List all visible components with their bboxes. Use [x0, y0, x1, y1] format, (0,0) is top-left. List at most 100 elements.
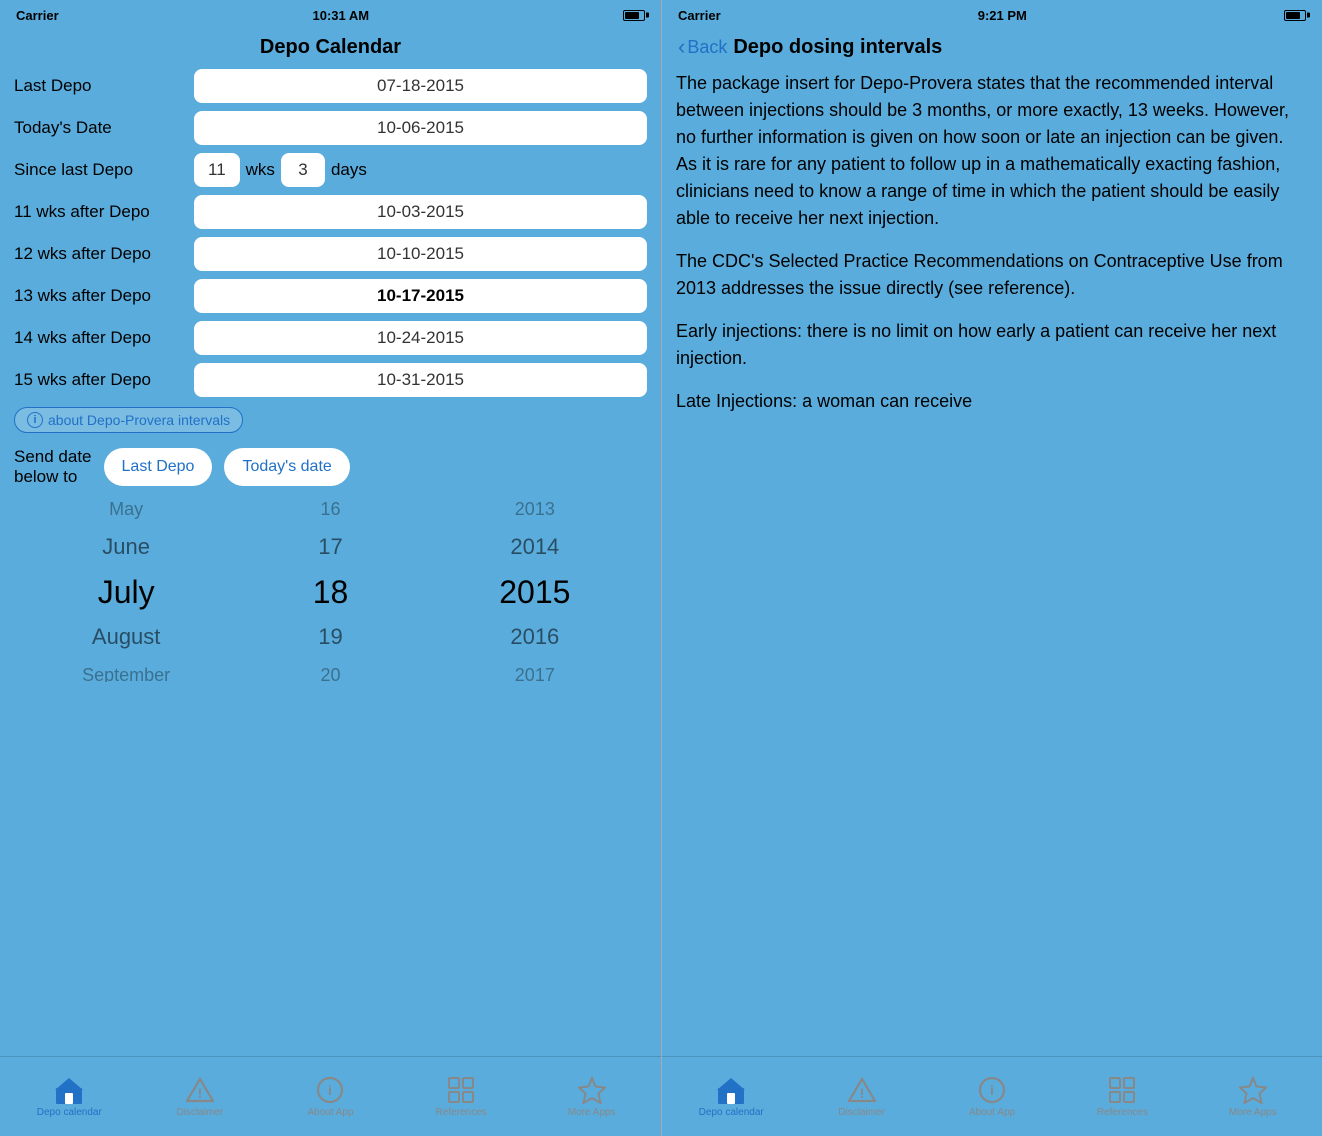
todays-date-value[interactable]: 10-06-2015: [194, 111, 647, 145]
content-para-3: Early injections: there is no limit on h…: [676, 318, 1308, 372]
picker-year-2016: 2016: [433, 616, 637, 658]
info-icon-right: i: [978, 1076, 1006, 1104]
last-depo-value[interactable]: 07-18-2015: [194, 69, 647, 103]
battery-area-right: [1284, 10, 1306, 21]
tab-bar-right: Depo calendar ! Disclaimer i About App: [662, 1056, 1322, 1136]
page-title-right: Depo dosing intervals: [733, 36, 942, 59]
star-icon-right: [1239, 1076, 1267, 1104]
tab-disclaimer-left[interactable]: ! Disclaimer: [135, 1070, 266, 1124]
picker-month-august: August: [24, 616, 228, 658]
app-header-left: Depo Calendar: [0, 28, 661, 69]
since-days-unit: days: [331, 160, 367, 180]
info-circle-icon: i: [27, 412, 43, 428]
house-icon-right: [716, 1076, 746, 1104]
picker-day-18: 18: [228, 568, 432, 616]
content-para-2: The CDC's Selected Practice Recommendati…: [676, 248, 1308, 302]
tab-label-disclaimer-right: Disclaimer: [838, 1107, 885, 1118]
left-phone: Carrier 10:31 AM Depo Calendar Last Depo…: [0, 0, 661, 1136]
battery-icon-right: [1284, 10, 1306, 21]
week-15-value: 10-31-2015: [194, 363, 647, 397]
week-13-value: 10-17-2015: [194, 279, 647, 313]
right-phone: Carrier 9:21 PM ‹ Back Depo dosing inter…: [661, 0, 1322, 1136]
tab-depo-calendar-left[interactable]: Depo calendar: [4, 1070, 135, 1124]
week-11-label: 11 wks after Depo: [14, 202, 194, 222]
picker-year-col[interactable]: 2013 2014 2015 2016 2017: [433, 502, 637, 682]
week-row-11: 11 wks after Depo 10-03-2015: [14, 195, 647, 229]
info-row: i about Depo-Provera intervals: [14, 407, 647, 433]
grid-icon-right: [1108, 1076, 1136, 1104]
picker-day-19: 19: [228, 616, 432, 658]
todays-date-label: Today's Date: [14, 118, 194, 138]
picker-year-2013: 2013: [433, 502, 637, 526]
tab-about-right[interactable]: i About App: [927, 1070, 1057, 1124]
back-header: ‹ Back Depo dosing intervals: [662, 28, 1322, 70]
send-todays-date-button[interactable]: Today's date: [224, 448, 349, 486]
picker-month-july: July: [24, 568, 228, 616]
last-depo-label: Last Depo: [14, 76, 194, 96]
tab-label-depo-calendar-left: Depo calendar: [37, 1107, 102, 1118]
tab-label-about-left: About App: [307, 1107, 353, 1118]
picker-month-september: September: [24, 658, 228, 682]
week-13-label: 13 wks after Depo: [14, 286, 194, 306]
warning-icon-right: !: [848, 1076, 876, 1104]
content-para-1: The package insert for Depo-Provera stat…: [676, 70, 1308, 232]
battery-icon-left: [623, 10, 645, 21]
tab-about-left[interactable]: i About App: [265, 1070, 396, 1124]
tab-label-more-apps-left: More Apps: [568, 1107, 616, 1118]
tab-label-about-right: About App: [969, 1107, 1015, 1118]
tab-depo-calendar-right[interactable]: Depo calendar: [666, 1070, 796, 1124]
carrier-right: Carrier: [678, 8, 721, 23]
tab-more-apps-right[interactable]: More Apps: [1188, 1070, 1318, 1124]
since-label: Since last Depo: [14, 160, 194, 180]
chevron-left-icon: ‹: [678, 34, 685, 60]
tab-label-more-apps-right: More Apps: [1229, 1107, 1277, 1118]
week-12-value: 10-10-2015: [194, 237, 647, 271]
back-label: Back: [687, 37, 727, 58]
tab-label-depo-calendar-right: Depo calendar: [699, 1107, 764, 1118]
picker-day-col[interactable]: 16 17 18 19 20: [228, 502, 432, 682]
week-14-value: 10-24-2015: [194, 321, 647, 355]
date-picker[interactable]: May June July August September 16 17 18 …: [14, 502, 647, 682]
tab-disclaimer-right[interactable]: ! Disclaimer: [796, 1070, 926, 1124]
tab-references-right[interactable]: References: [1057, 1070, 1187, 1124]
since-weeks-unit: wks: [246, 160, 275, 180]
since-days-value: 3: [281, 153, 325, 187]
right-content: The package insert for Depo-Provera stat…: [662, 70, 1322, 1056]
tab-label-references-right: References: [1097, 1107, 1148, 1118]
tab-more-apps-left[interactable]: More Apps: [526, 1070, 657, 1124]
send-last-depo-button[interactable]: Last Depo: [104, 448, 213, 486]
back-button[interactable]: ‹ Back: [678, 34, 727, 60]
week-15-label: 15 wks after Depo: [14, 370, 194, 390]
tab-references-left[interactable]: References: [396, 1070, 527, 1124]
picker-year-2017: 2017: [433, 658, 637, 682]
tab-bar-left: Depo calendar ! Disclaimer i About App: [0, 1056, 661, 1136]
svg-text:!: !: [198, 1085, 203, 1101]
info-btn-label: about Depo-Provera intervals: [48, 412, 230, 428]
status-bar-left: Carrier 10:31 AM: [0, 0, 661, 28]
info-button[interactable]: i about Depo-Provera intervals: [14, 407, 243, 433]
info-icon-left: i: [316, 1076, 344, 1104]
svg-text:i: i: [329, 1082, 333, 1098]
send-date-label: Send datebelow to: [14, 447, 92, 488]
picker-month-col[interactable]: May June July August September: [24, 502, 228, 682]
svg-text:!: !: [859, 1085, 864, 1101]
week-row-12: 12 wks after Depo 10-10-2015: [14, 237, 647, 271]
since-last-depo-row: Since last Depo 11 wks 3 days: [14, 153, 647, 187]
week-14-label: 14 wks after Depo: [14, 328, 194, 348]
since-weeks-value: 11: [194, 153, 240, 187]
week-12-label: 12 wks after Depo: [14, 244, 194, 264]
todays-date-row: Today's Date 10-06-2015: [14, 111, 647, 145]
star-icon-left: [578, 1076, 606, 1104]
since-values: 11 wks 3 days: [194, 153, 367, 187]
tab-label-references-left: References: [436, 1107, 487, 1118]
picker-day-20: 20: [228, 658, 432, 682]
content-para-4: Late Injections: a woman can receive: [676, 388, 1308, 415]
picker-year-2014: 2014: [433, 526, 637, 568]
time-left: 10:31 AM: [313, 8, 370, 23]
picker-day-17: 17: [228, 526, 432, 568]
week-11-value: 10-03-2015: [194, 195, 647, 229]
picker-month-june: June: [24, 526, 228, 568]
time-right: 9:21 PM: [978, 8, 1027, 23]
tab-label-disclaimer-left: Disclaimer: [177, 1107, 224, 1118]
week-row-14: 14 wks after Depo 10-24-2015: [14, 321, 647, 355]
